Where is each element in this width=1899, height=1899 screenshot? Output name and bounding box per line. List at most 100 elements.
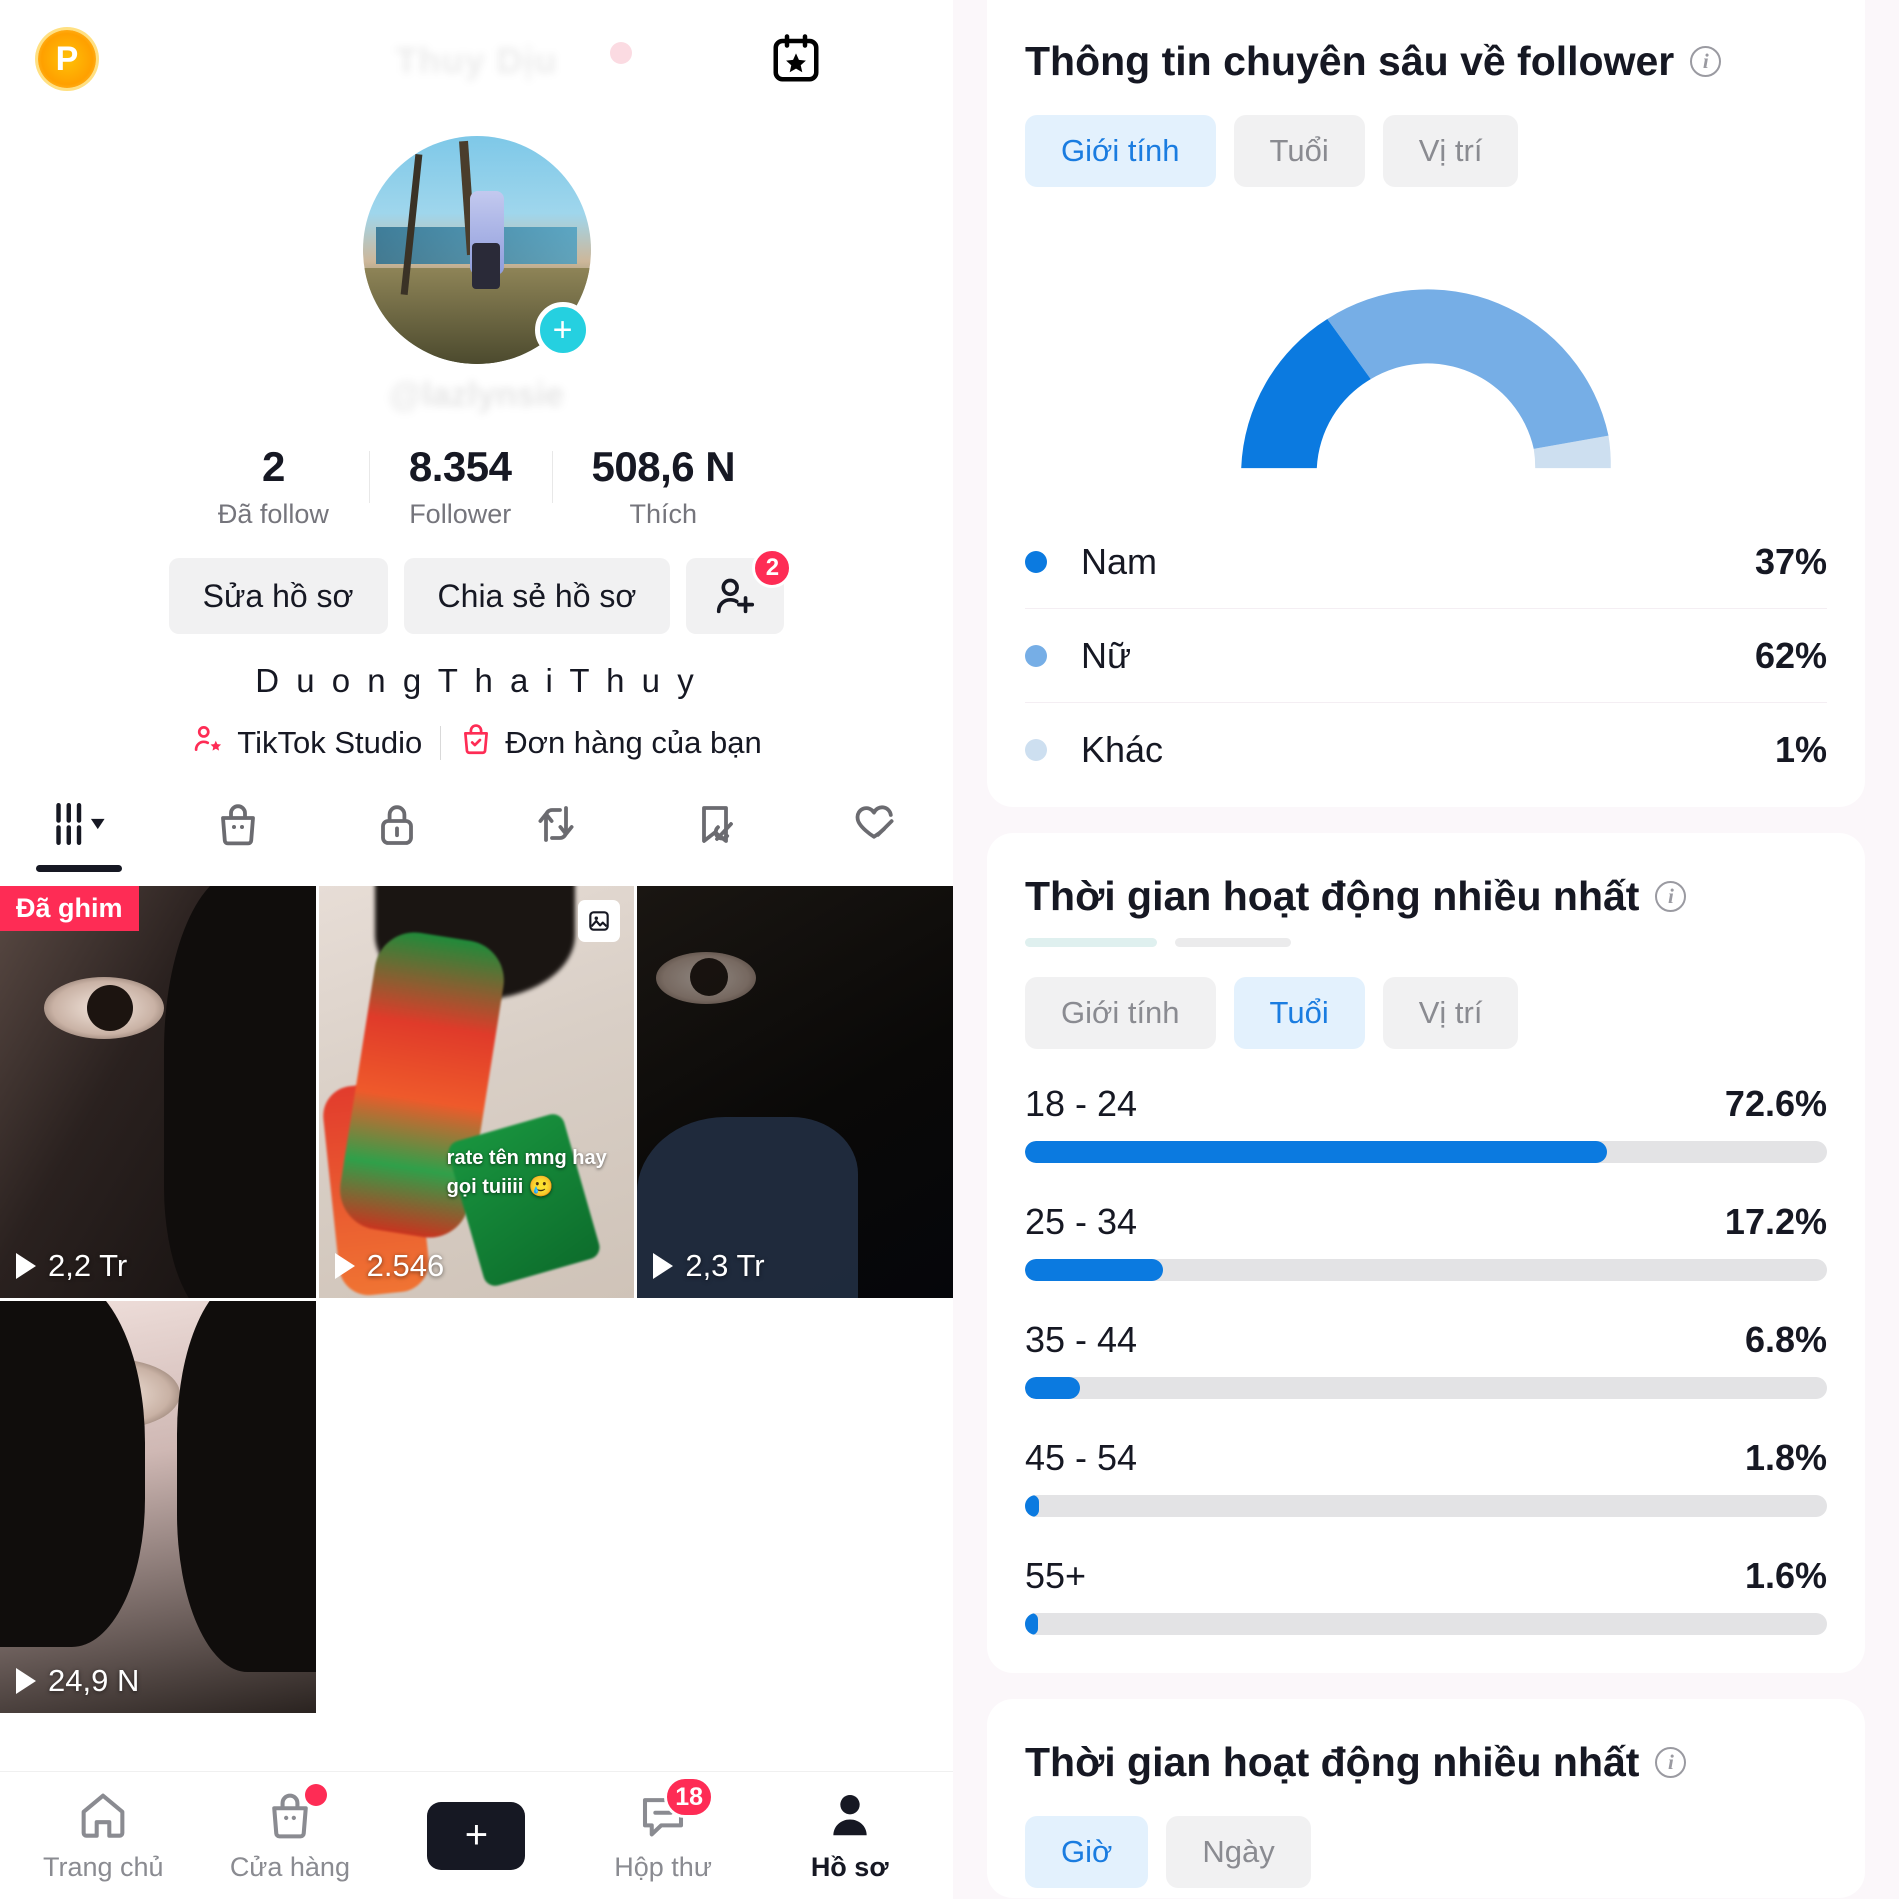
tab-posts[interactable]: [0, 800, 159, 880]
create-plus-icon[interactable]: +: [417, 1801, 536, 1870]
video-thumbnail[interactable]: rate tên mng hay gọi tuiiii 🥲 2.546: [318, 886, 635, 1298]
age-bar-fill: [1025, 1141, 1608, 1163]
points-badge-icon[interactable]: P: [38, 30, 96, 88]
active-time-age-title: Thời gian hoạt động nhiều nhất: [1025, 873, 1640, 919]
semicircle-gauge: [1241, 289, 1611, 469]
segment-age[interactable]: Tuổi: [1233, 977, 1365, 1049]
age-bar-track: [1025, 1259, 1827, 1281]
legend-label: Nữ: [1081, 634, 1132, 676]
add-story-plus-icon[interactable]: +: [534, 302, 591, 358]
nav-label: Trang chủ: [43, 1852, 164, 1882]
play-icon: [334, 1253, 355, 1279]
age-label: 18 - 24: [1025, 1083, 1138, 1124]
age-value: 17.2%: [1724, 1201, 1827, 1242]
segment-location[interactable]: Vị trí: [1382, 115, 1519, 187]
age-bar-fill: [1025, 1495, 1040, 1517]
share-profile-button[interactable]: Chia sẻ hồ sơ: [403, 558, 671, 634]
grid-posts-icon: [50, 800, 108, 853]
scroll-indicator: [1025, 938, 1827, 947]
segment-location[interactable]: Vị trí: [1382, 977, 1519, 1049]
header-notification-dot: [610, 42, 632, 64]
avatar[interactable]: +: [362, 136, 591, 364]
segment-day[interactable]: Ngày: [1166, 1816, 1311, 1888]
age-bar-fill: [1025, 1259, 1163, 1281]
card-title: Thông tin chuyên sâu về follower i: [1025, 38, 1827, 85]
add-friends-button[interactable]: 2: [686, 548, 793, 634]
nav-shop-dot: [304, 1784, 327, 1806]
person-star-icon: [191, 722, 225, 764]
links-divider: [440, 726, 442, 760]
nav-inbox[interactable]: 18 Hộp thư: [598, 1776, 728, 1883]
age-bar-track: [1025, 1377, 1827, 1399]
card-title: Thời gian hoạt động nhiều nhất i: [1025, 1739, 1827, 1786]
legend-dot-nam: [1025, 550, 1047, 573]
video-thumbnail[interactable]: 2,3 Tr: [637, 886, 953, 1298]
age-bar-fill: [1025, 1377, 1080, 1399]
age-value: 1.6%: [1744, 1555, 1827, 1596]
profile-header: P Thuy Dịu: [0, 0, 953, 118]
legend-label: Nam: [1081, 540, 1158, 582]
segment-age[interactable]: Tuổi: [1233, 115, 1365, 187]
nav-label: Hộp thư: [614, 1852, 712, 1882]
tab-liked-hidden[interactable]: [794, 800, 953, 880]
info-circle-icon[interactable]: i: [1655, 1747, 1687, 1778]
active-time-hours-card: Thời gian hoạt động nhiều nhất i Giờ Ngà…: [987, 1699, 1865, 1898]
scroll-hint-2: [1175, 938, 1291, 947]
follower-insights-title: Thông tin chuyên sâu về follower: [1025, 38, 1675, 84]
play-icon: [16, 1253, 36, 1279]
age-bar-row: 45 - 54 1.8%: [1025, 1437, 1827, 1517]
info-circle-icon[interactable]: i: [1655, 881, 1687, 912]
age-bar-fill: [1025, 1613, 1038, 1635]
tab-saved-hidden[interactable]: [635, 800, 794, 880]
add-friends-badge: 2: [752, 548, 793, 588]
tiktok-studio-link[interactable]: TikTok Studio: [191, 722, 422, 764]
legend-item: Nam 37%: [1025, 515, 1827, 609]
nav-home[interactable]: Trang chủ: [38, 1788, 168, 1883]
age-bar-track: [1025, 1613, 1827, 1635]
shopping-bag-icon: [214, 800, 262, 853]
your-orders-link[interactable]: Đơn hàng của bạn: [459, 722, 762, 764]
stat-likes[interactable]: 508,6 N Thích: [551, 443, 776, 530]
tab-shop[interactable]: [159, 800, 318, 880]
gender-legend: Nam 37% Nữ 62% Khác 1%: [1025, 515, 1827, 797]
tab-reposts[interactable]: [476, 800, 635, 880]
tab-active-underline: [36, 865, 123, 872]
age-bar-track: [1025, 1141, 1827, 1163]
content-tabs: [0, 790, 953, 880]
segment-gender[interactable]: Giới tính: [1025, 977, 1216, 1049]
segment-gender[interactable]: Giới tính: [1025, 115, 1216, 187]
age-bar-row: 55+ 1.6%: [1025, 1555, 1827, 1635]
age-label: 35 - 44: [1025, 1319, 1138, 1360]
tab-private[interactable]: [318, 800, 477, 880]
profile-actions: Sửa hồ sơ Chia sẻ hồ sơ 2: [0, 548, 953, 634]
follower-insight-segments: Giới tính Tuổi Vị trí: [1025, 115, 1827, 187]
legend-label: Khác: [1081, 729, 1164, 770]
video-views: 24,9 N: [16, 1663, 139, 1699]
calendar-star-icon[interactable]: [767, 30, 825, 88]
stat-value: 8.354: [408, 443, 512, 490]
heart-off-icon: [850, 800, 898, 853]
legend-item: Nữ 62%: [1025, 609, 1827, 703]
analytics-panel[interactable]: Thông tin chuyên sâu về follower i Giới …: [953, 0, 1899, 1899]
legend-value: 37%: [1754, 540, 1827, 582]
info-circle-icon[interactable]: i: [1690, 46, 1722, 77]
age-bar-row: 35 - 44 6.8%: [1025, 1319, 1827, 1399]
edit-profile-button[interactable]: Sửa hồ sơ: [168, 558, 388, 634]
hamburger-menu-icon[interactable]: [867, 30, 915, 88]
nav-create[interactable]: +: [411, 1801, 541, 1870]
stat-following[interactable]: 2 Đã follow: [178, 443, 369, 530]
video-views: 2,2 Tr: [16, 1248, 127, 1284]
display-name: D u o n g T h a i T h u y: [255, 662, 698, 699]
age-value: 72.6%: [1724, 1083, 1827, 1124]
bottom-navigation: Trang chủ Cửa hàng + 18 Hộp thư Hồ sơ: [0, 1771, 953, 1899]
legend-dot-khac: [1025, 739, 1047, 761]
video-thumbnail[interactable]: Đã ghim 2,2 Tr: [0, 886, 316, 1298]
stat-followers[interactable]: 8.354 Follower: [368, 443, 552, 530]
multi-image-icon: [578, 900, 621, 942]
stat-value: 508,6 N: [591, 443, 736, 490]
segment-hour[interactable]: Giờ: [1025, 1816, 1149, 1888]
nav-shop[interactable]: Cửa hàng: [225, 1784, 355, 1883]
video-thumbnail[interactable]: 24,9 N: [0, 1301, 316, 1713]
nav-profile[interactable]: Hồ sơ: [785, 1788, 915, 1883]
age-bar-row: 25 - 34 17.2%: [1025, 1201, 1827, 1281]
